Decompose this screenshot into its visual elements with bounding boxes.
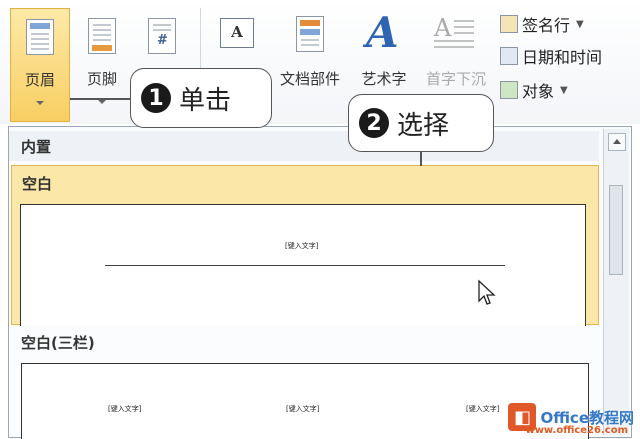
footer-doc-icon xyxy=(88,18,116,54)
section-label: 内置 xyxy=(21,137,52,156)
doc-parts-icon xyxy=(296,16,324,52)
signature-line-button[interactable]: 签名行 ▼ xyxy=(500,12,584,36)
header-gallery: 内置 空白 [键入文字] 空白(三栏) [键入文字] [键入文字] [键入文字] xyxy=(8,126,632,439)
three-column-header-preview[interactable]: [键入文字] [键入文字] [键入文字] xyxy=(21,363,589,439)
doc-parts-label: 文档部件 xyxy=(279,70,340,88)
step1-number: 1 xyxy=(141,83,171,113)
footer-label: 页脚 xyxy=(86,70,117,88)
cursor-icon xyxy=(478,279,496,305)
chevron-down-icon: ▼ xyxy=(560,84,568,96)
signature-icon xyxy=(500,15,518,33)
wordart-label: 艺术字 xyxy=(361,70,407,88)
gallery-item-title: 空白(三栏) xyxy=(9,327,599,357)
signature-line-label: 签名行 xyxy=(522,16,571,35)
dropcap-label: 首字下沉 xyxy=(425,70,486,88)
wordart-button[interactable]: A 艺术字 xyxy=(352,8,416,108)
textbox-icon: A xyxy=(220,18,254,48)
dropcap-icon: A xyxy=(434,14,474,52)
section-builtin: 内置 xyxy=(9,131,599,161)
step2-text: 选择 xyxy=(397,110,450,141)
calendar-icon xyxy=(500,47,518,65)
callout-connector xyxy=(420,150,422,166)
gallery-scrollbar[interactable] xyxy=(603,129,629,435)
callout-connector xyxy=(70,98,132,100)
chevron-down-icon xyxy=(98,100,106,104)
object-button[interactable]: 对象 ▼ xyxy=(500,78,568,102)
date-time-label: 日期和时间 xyxy=(522,48,603,67)
placeholder-text-center: [键入文字] xyxy=(286,405,320,413)
ribbon: 页眉 页脚 # A 文档部件 A 艺术字 A 首字下沉 签名行 ▼ 日期和时间 … xyxy=(0,0,640,124)
object-label: 对象 xyxy=(522,82,555,101)
header-doc-icon xyxy=(26,19,54,55)
item-title-text: 空白(三栏) xyxy=(21,333,95,352)
doc-parts-button[interactable]: 文档部件 xyxy=(272,8,348,108)
watermark: ◧ Office教程网 www.office26.com xyxy=(508,400,634,436)
header-label: 页眉 xyxy=(24,71,55,89)
scroll-thumb[interactable] xyxy=(609,185,623,275)
placeholder-text: [键入文字] xyxy=(285,242,319,250)
step1-text: 单击 xyxy=(179,85,232,116)
item-title-text: 空白 xyxy=(22,174,53,193)
gallery-item-blank[interactable]: 空白 [键入文字] xyxy=(11,165,599,326)
dropcap-button[interactable]: A 首字下沉 xyxy=(418,8,494,108)
header-button[interactable]: 页眉 xyxy=(10,8,70,122)
placeholder-text-right: [键入文字] xyxy=(466,405,500,413)
header-rule xyxy=(105,265,505,266)
placeholder-text-left: [键入文字] xyxy=(108,405,142,413)
date-time-button[interactable]: 日期和时间 xyxy=(500,44,602,68)
chevron-down-icon: ▼ xyxy=(576,18,584,30)
page-number-icon: # xyxy=(148,18,176,54)
gallery-item-title: 空白 xyxy=(12,168,598,198)
watermark-sub: www.office26.com xyxy=(525,425,628,436)
step1-callout: 1 单击 xyxy=(130,68,272,128)
wordart-icon: A xyxy=(366,8,399,57)
step2-number: 2 xyxy=(359,108,389,138)
chevron-down-icon xyxy=(36,101,44,105)
blank-header-preview: [键入文字] xyxy=(20,204,586,326)
footer-button[interactable]: 页脚 xyxy=(78,8,126,108)
object-icon xyxy=(500,81,518,99)
step2-callout: 2 选择 xyxy=(348,94,494,152)
scroll-up-icon[interactable] xyxy=(608,133,626,151)
